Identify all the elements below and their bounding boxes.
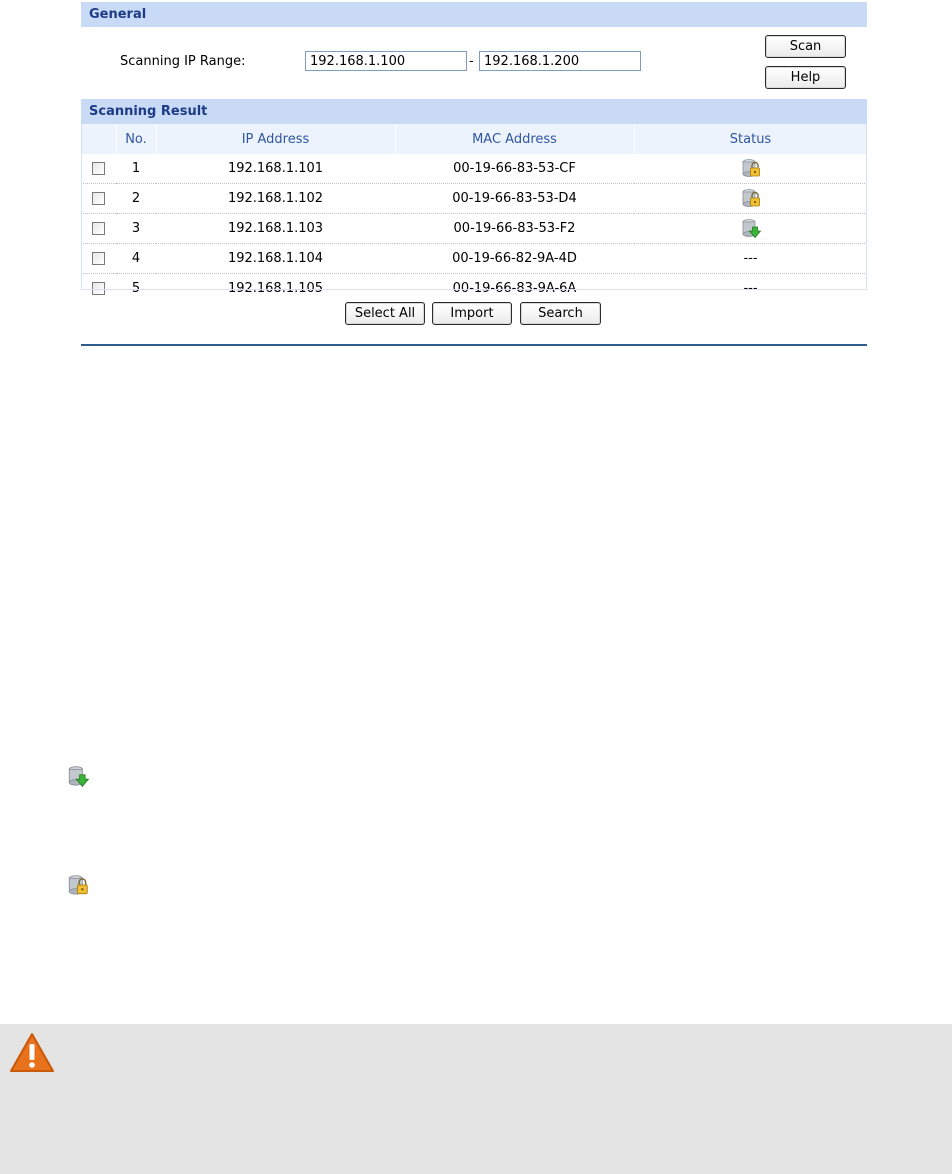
row-mac-address: 00-19-66-83-53-CF — [395, 154, 634, 184]
row-status — [634, 183, 867, 214]
help-button[interactable]: Help — [765, 66, 846, 89]
table-row: 1 192.168.1.101 00-19-66-83-53-CF — [81, 154, 867, 184]
lock-icon — [742, 158, 760, 177]
import-button[interactable]: Import — [432, 302, 512, 325]
lock-icon — [68, 875, 88, 895]
warning-icon — [10, 1033, 54, 1072]
row-checkbox[interactable] — [92, 222, 105, 235]
column-header-no: No. — [116, 124, 157, 154]
row-mac-address: 00-19-66-83-53-D4 — [395, 183, 634, 214]
row-mac-address: 00-19-66-83-9A-6A — [452, 281, 577, 296]
general-section-header: General — [81, 2, 867, 27]
table-header-row: No. IP Address MAC Address Status — [81, 124, 868, 154]
scanning-result-table: No. IP Address MAC Address Status 1 192.… — [81, 124, 868, 303]
row-mac-address: 00-19-66-83-53-F2 — [395, 213, 634, 244]
row-checkbox[interactable] — [92, 192, 105, 205]
column-header-status: Status — [634, 124, 868, 154]
row-ip-address: 192.168.1.102 — [156, 183, 395, 214]
row-number: 4 — [116, 243, 156, 274]
download-icon — [68, 766, 90, 787]
section-divider — [81, 344, 867, 346]
row-checkbox[interactable] — [92, 252, 105, 265]
column-header-select — [81, 124, 117, 154]
row-number: 5 — [131, 281, 141, 296]
range-separator: - — [469, 54, 474, 69]
select-all-button[interactable]: Select All — [345, 302, 425, 325]
scanning-result-header: Scanning Result — [81, 99, 867, 124]
row-checkbox[interactable] — [92, 162, 105, 175]
table-row: 5 192.168.1.105 00-19-66-83-9A-6A --- — [81, 274, 867, 304]
row-status — [634, 154, 867, 184]
lock-icon — [742, 188, 760, 207]
row-mac-address: 00-19-66-82-9A-4D — [395, 243, 634, 274]
row-status: --- — [743, 281, 758, 296]
scanning-result-title: Scanning Result — [89, 104, 208, 119]
row-ip-address: 192.168.1.103 — [156, 213, 395, 244]
scanning-ip-range-label: Scanning IP Range: — [120, 54, 246, 69]
column-header-mac-address: MAC Address — [395, 124, 635, 154]
note-box — [0, 1024, 952, 1174]
end-ip-input[interactable] — [479, 51, 641, 71]
search-button[interactable]: Search — [520, 302, 601, 325]
column-header-ip-address: IP Address — [156, 124, 396, 154]
row-status — [634, 213, 867, 244]
table-row: 2 192.168.1.102 00-19-66-83-53-D4 — [81, 183, 867, 214]
scan-button[interactable]: Scan — [765, 35, 846, 58]
general-section-title: General — [89, 7, 147, 22]
row-number: 1 — [116, 154, 156, 184]
download-icon — [742, 218, 761, 238]
row-ip-address: 192.168.1.101 — [156, 154, 395, 184]
row-number: 3 — [116, 213, 156, 244]
table-row: 3 192.168.1.103 00-19-66-83-53-F2 — [81, 213, 867, 244]
general-section: Scanning IP Range: - Scan Help — [81, 27, 867, 97]
table-row: 4 192.168.1.104 00-19-66-82-9A-4D --- — [81, 243, 867, 274]
row-ip-address: 192.168.1.104 — [156, 243, 395, 274]
row-status: --- — [634, 243, 867, 274]
row-ip-address: 192.168.1.105 — [227, 281, 324, 296]
row-number: 2 — [116, 183, 156, 214]
start-ip-input[interactable] — [305, 51, 467, 71]
row-checkbox[interactable] — [92, 282, 105, 295]
